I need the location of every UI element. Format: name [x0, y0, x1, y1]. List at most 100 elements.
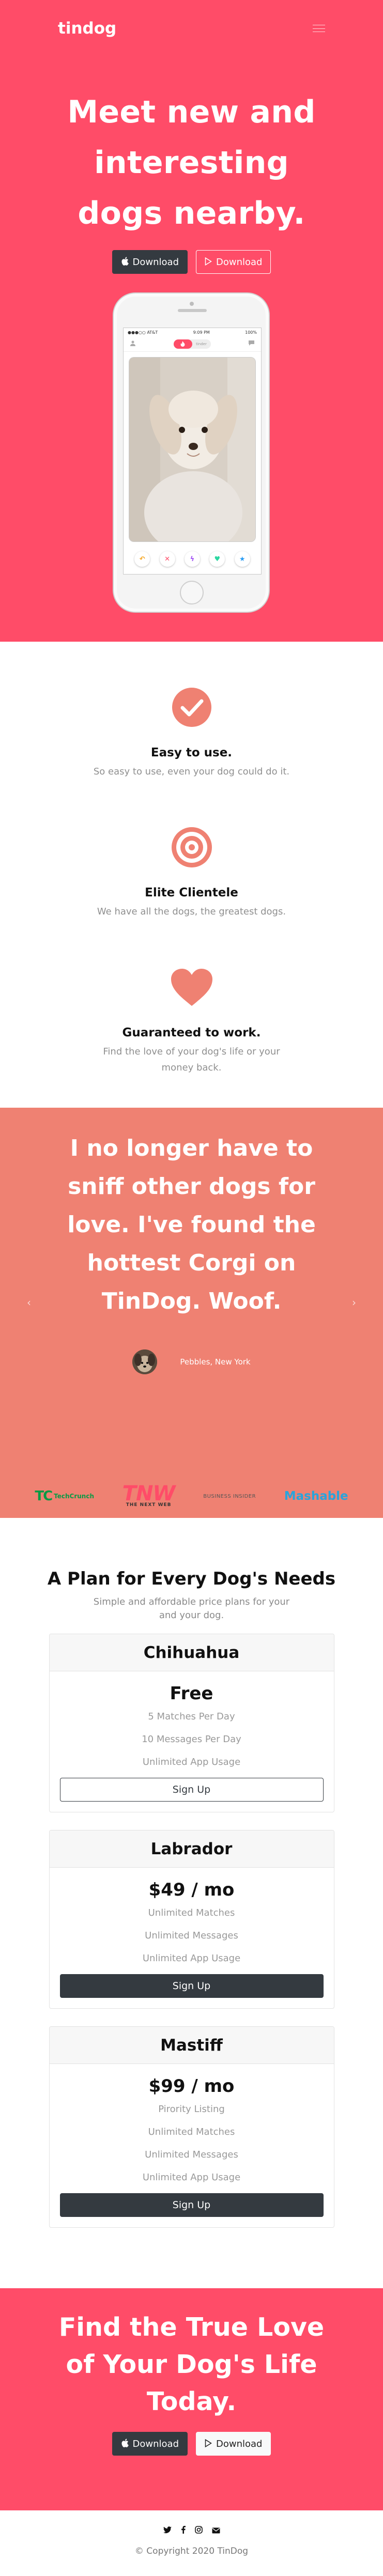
instagram-icon[interactable] — [194, 2526, 203, 2536]
plan-feature: 10 Messages Per Day — [142, 1734, 241, 1745]
phone-screen: ●●●○○ AT&T 9:09 PM 100% tinder ↶ ✕ ϟ ♥ ★ — [123, 328, 262, 575]
download-google-play-label: Download — [216, 256, 263, 268]
plan-feature: Unlimited Messages — [145, 2149, 238, 2160]
bullseye-icon — [91, 824, 293, 871]
brand-logo[interactable]: tindog — [58, 19, 116, 38]
superlike-icon: ★ — [234, 551, 250, 567]
press-logos: TC TechCrunch TNW THE NEXT WEB BUSINESS … — [0, 1475, 383, 1518]
business-insider-logo: BUSINESS INSIDER — [203, 1493, 256, 1499]
plan-card-chihuahua: Chihuahua Free 5 Matches Per Day 10 Mess… — [49, 1634, 334, 1812]
tnw-mark: TNW — [122, 1482, 176, 1506]
pricing-subtitle: Simple and affordable price plans for yo… — [93, 1596, 290, 1621]
plan-price: $49 / mo — [148, 1880, 235, 1900]
sign-up-button[interactable]: Sign Up — [59, 1778, 324, 1802]
cta-download-apple-button[interactable]: Download — [112, 2432, 188, 2456]
plan-name: Labrador — [49, 1830, 334, 1868]
techcrunch-mark: TC — [35, 1488, 53, 1504]
hero-section: tindog Meet new and interesting dogs nea… — [0, 0, 383, 642]
plan-card-labrador: Labrador $49 / mo Unlimited Matches Unli… — [49, 1830, 334, 2009]
features-section: Easy to use. So easy to use, even your d… — [0, 642, 383, 1108]
cta-download-buttons: Download Download — [0, 2432, 383, 2456]
feature-text: Find the love of your dog's life or your… — [103, 1046, 280, 1073]
apple-icon — [121, 257, 129, 267]
avatar — [132, 1349, 158, 1374]
dog-photo — [129, 358, 255, 541]
feature-text: We have all the dogs, the greatest dogs. — [97, 906, 286, 917]
plan-feature: Unlimited App Usage — [142, 2172, 241, 2183]
testimonial-quote: I no longer have to sniff other dogs for… — [67, 1135, 316, 1314]
plan-name: Chihuahua — [49, 1634, 334, 1671]
check-circle-icon — [91, 684, 293, 731]
plan-feature: Pirority Listing — [158, 2104, 225, 2115]
app-top-bar: tinder — [124, 336, 261, 352]
profile-icon — [130, 340, 136, 348]
feature-guaranteed: Guaranteed to work. Find the love of you… — [91, 964, 293, 1076]
plan-price: $99 / mo — [148, 2076, 235, 2097]
cta-title: Find the True Love of Your Dog's Life To… — [58, 2313, 325, 2416]
hero-title: Meet new and interesting dogs nearby. — [67, 94, 316, 231]
phone-status-bar: ●●●○○ AT&T 9:09 PM 100% — [124, 328, 261, 336]
plan-feature: 5 Matches Per Day — [148, 1711, 235, 1722]
cta-download-google-play-button[interactable]: Download — [196, 2432, 271, 2456]
like-icon: ♥ — [209, 551, 225, 567]
mashable-logo: Mashable — [284, 1489, 348, 1503]
phone-action-bar: ↶ ✕ ϟ ♥ ★ — [124, 542, 261, 567]
twitter-icon[interactable] — [163, 2526, 172, 2536]
google-play-icon — [205, 2439, 212, 2449]
plan-feature: Unlimited Matches — [148, 2127, 235, 2137]
flame-icon — [173, 339, 192, 349]
carousel-next-icon[interactable]: › — [352, 1296, 356, 1309]
testimonial-section: I no longer have to sniff other dogs for… — [0, 1108, 383, 1475]
app-mode-toggle: tinder — [173, 339, 211, 349]
hamburger-icon[interactable] — [313, 23, 325, 34]
social-links — [0, 2526, 383, 2536]
plan-feature: Unlimited App Usage — [142, 1757, 241, 1767]
cta-download-apple-label: Download — [132, 2438, 179, 2449]
facebook-icon[interactable] — [181, 2526, 186, 2536]
carousel-prev-icon[interactable]: ‹ — [27, 1296, 31, 1309]
dog-photo-card — [129, 357, 256, 542]
testimonial-author-name: Pebbles, New York — [180, 1357, 251, 1367]
plan-feature: Unlimited App Usage — [142, 1953, 241, 1964]
testimonial-author: Pebbles, New York — [0, 1349, 383, 1374]
download-google-play-button[interactable]: Download — [196, 250, 271, 274]
copyright-text: © Copyright 2020 TinDog — [134, 2546, 249, 2556]
tnw-name: THE NEXT WEB — [126, 1502, 172, 1508]
feature-title: Elite Clientele — [145, 886, 238, 899]
toggle-off-label: tinder — [196, 342, 207, 346]
plan-feature: Unlimited Matches — [148, 1907, 235, 1918]
pricing-section: A Plan for Every Dog's Needs Simple and … — [0, 1518, 383, 2288]
cta-download-google-play-label: Download — [216, 2438, 263, 2449]
tnw-logo: TNW THE NEXT WEB — [122, 1482, 176, 1508]
carrier-label: ●●●○○ AT&T — [128, 330, 158, 335]
battery-label: 100% — [245, 330, 257, 335]
time-label: 9:09 PM — [193, 330, 210, 335]
navbar: tindog — [0, 0, 383, 57]
phone-speaker — [178, 309, 207, 312]
boost-icon: ϟ — [184, 551, 200, 567]
feature-easy: Easy to use. So easy to use, even your d… — [91, 684, 293, 780]
plan-feature: Unlimited Messages — [145, 1930, 238, 1941]
cta-section: Find the True Love of Your Dog's Life To… — [0, 2288, 383, 2510]
plan-card-mastiff: Mastiff $99 / mo Pirority Listing Unlimi… — [49, 2026, 334, 2228]
feature-title: Guaranteed to work. — [122, 1026, 261, 1039]
nope-icon: ✕ — [159, 551, 175, 567]
feature-text: So easy to use, even your dog could do i… — [93, 766, 290, 777]
plan-price: Free — [170, 1683, 213, 1704]
phone-mockup: ●●●○○ AT&T 9:09 PM 100% tinder ↶ ✕ ϟ ♥ ★ — [113, 292, 270, 613]
download-apple-button[interactable]: Download — [112, 250, 188, 274]
hero-download-buttons: Download Download — [0, 250, 383, 274]
pricing-title: A Plan for Every Dog's Needs — [47, 1569, 336, 1589]
chat-icon — [248, 340, 255, 348]
download-apple-label: Download — [132, 256, 179, 268]
email-icon[interactable] — [212, 2526, 220, 2536]
sign-up-button[interactable]: Sign Up — [59, 1974, 324, 1998]
feature-title: Easy to use. — [150, 746, 233, 759]
phone-camera — [190, 302, 194, 306]
phone-home-button — [180, 581, 204, 604]
apple-icon — [121, 2439, 129, 2449]
plan-name: Mastiff — [49, 2027, 334, 2064]
techcrunch-name: TechCrunch — [54, 1493, 95, 1500]
sign-up-button[interactable]: Sign Up — [59, 2193, 324, 2217]
feature-elite: Elite Clientele We have all the dogs, th… — [91, 824, 293, 920]
